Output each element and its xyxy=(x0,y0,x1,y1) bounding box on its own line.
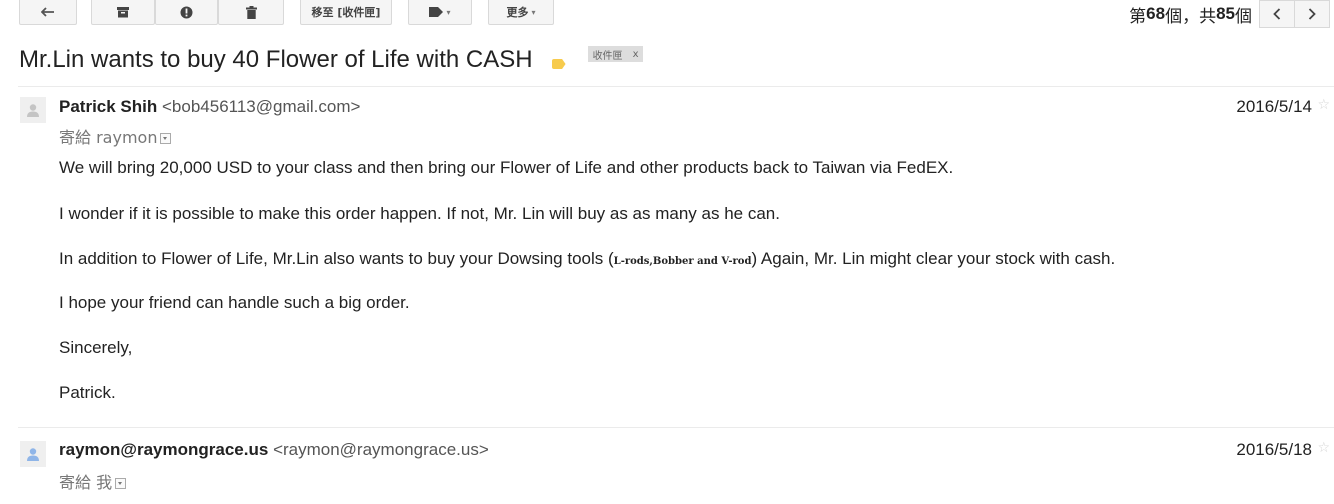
archive-icon xyxy=(117,6,129,17)
body-text: In addition to Flower of Life, Mr.Lin al… xyxy=(59,249,614,268)
pager-prefix: 第 xyxy=(1129,6,1147,27)
divider xyxy=(18,86,1334,87)
show-details-icon[interactable] xyxy=(160,133,172,144)
recipient-line: 寄給 我 xyxy=(59,469,127,493)
body-paragraph: I wonder if it is possible to make this … xyxy=(59,204,780,223)
chevron-left-icon xyxy=(1273,8,1281,20)
pager-suffix: 個 xyxy=(1235,6,1252,27)
thread-subject: Mr.Lin wants to buy 40 Flower of Life wi… xyxy=(19,46,533,73)
labels-button[interactable]: ▾ xyxy=(408,0,472,25)
star-icon[interactable]: ☆ xyxy=(1317,96,1330,113)
sender-name[interactable]: Patrick Shih xyxy=(59,97,157,116)
star-icon[interactable]: ☆ xyxy=(1317,439,1330,456)
older-button[interactable] xyxy=(1294,0,1330,28)
message-date[interactable]: 2016/5/14 xyxy=(1236,97,1312,117)
pager-total: 85 xyxy=(1216,4,1235,23)
label-chip-inbox[interactable]: 收件匣 x xyxy=(587,46,644,62)
show-details-icon[interactable] xyxy=(115,478,127,489)
chevron-right-icon xyxy=(1308,8,1316,20)
importance-marker-icon[interactable] xyxy=(551,59,566,69)
sender-email: <bob456113@gmail.com> xyxy=(162,97,361,116)
archive-button[interactable] xyxy=(91,0,155,25)
trash-icon xyxy=(245,5,257,19)
sender: Patrick Shih <bob456113@gmail.com> xyxy=(59,97,360,117)
recipient-line: 寄給 raymon xyxy=(59,124,172,148)
back-button[interactable] xyxy=(19,0,77,25)
recipient-text: 寄給 raymon xyxy=(59,128,158,147)
label-tag-icon xyxy=(429,7,444,17)
report-spam-button[interactable] xyxy=(155,0,218,25)
sender-name[interactable]: raymon@raymongrace.us xyxy=(59,440,268,459)
toolbar: 移至 [收件匣] ▾ 更多 ▾ 第 68 個，共 85 個 xyxy=(0,0,1334,30)
back-arrow-icon xyxy=(41,7,54,17)
chevron-down-icon: ▾ xyxy=(446,7,451,17)
body-paragraph: In addition to Flower of Life, Mr.Lin al… xyxy=(59,249,1115,269)
chevron-down-icon: ▾ xyxy=(531,7,536,17)
subject-row: Mr.Lin wants to buy 40 Flower of Life wi… xyxy=(19,45,644,75)
move-to-label: 移至 [收件匣] xyxy=(311,6,381,19)
body-paragraph: We will bring 20,000 USD to your class a… xyxy=(59,158,954,177)
delete-button[interactable] xyxy=(218,0,284,25)
body-paragraph: Sincerely, xyxy=(59,338,133,357)
recipient-text: 寄給 我 xyxy=(59,473,113,492)
pagination-status: 第 68 個，共 85 個 xyxy=(1129,0,1252,28)
more-button[interactable]: 更多 ▾ xyxy=(488,0,554,25)
body-paragraph: Patrick. xyxy=(59,383,116,402)
pager-current: 68 xyxy=(1146,4,1166,23)
report-spam-icon xyxy=(180,6,193,18)
avatar[interactable] xyxy=(20,441,46,467)
remove-label-button[interactable]: x xyxy=(633,49,639,60)
message-date[interactable]: 2016/5/18 xyxy=(1236,440,1312,460)
body-paragraph: I hope your friend can handle such a big… xyxy=(59,293,410,312)
person-icon xyxy=(27,448,39,461)
body-text: ) Again, Mr. Lin might clear your stock … xyxy=(751,249,1116,268)
avatar[interactable] xyxy=(20,97,46,123)
more-label: 更多 xyxy=(506,6,529,19)
label-chip-text: 收件匣 xyxy=(592,50,623,62)
person-icon xyxy=(27,104,39,117)
body-text-small: L-rods,Bobber and V-rod xyxy=(613,256,752,267)
pager-mid: 個，共 xyxy=(1165,6,1217,27)
newer-button[interactable] xyxy=(1259,0,1295,28)
move-to-button[interactable]: 移至 [收件匣] xyxy=(300,0,392,25)
divider xyxy=(18,427,1334,428)
sender-email: <raymon@raymongrace.us> xyxy=(273,440,489,459)
sender: raymon@raymongrace.us <raymon@raymongrac… xyxy=(59,440,489,460)
